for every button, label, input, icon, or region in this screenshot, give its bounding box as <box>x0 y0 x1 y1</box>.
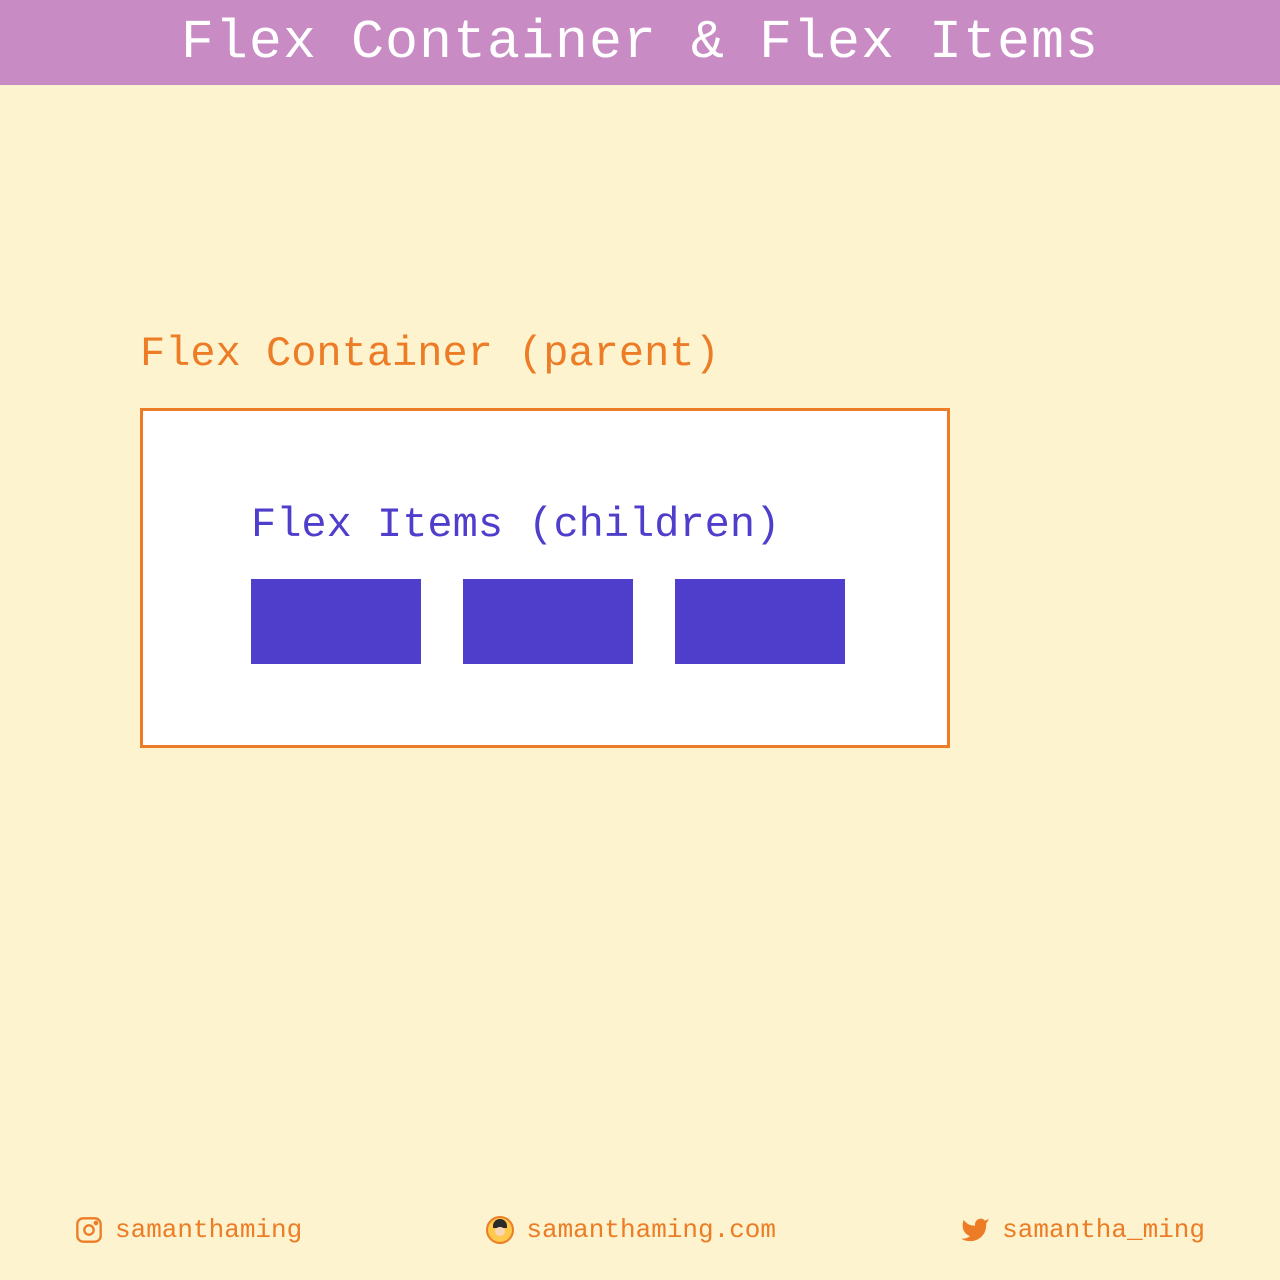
twitter-handle: samantha_ming <box>1002 1215 1205 1245</box>
page-title: Flex Container & Flex Items <box>181 11 1099 74</box>
website-url: samanthaming.com <box>526 1215 776 1245</box>
flex-items-label: Flex Items (children) <box>251 501 947 549</box>
footer: samanthaming samanthaming.com samantha_m… <box>0 1215 1280 1245</box>
header-bar: Flex Container & Flex Items <box>0 0 1280 85</box>
flex-container-box: Flex Items (children) <box>140 408 950 748</box>
avatar-icon <box>486 1216 514 1244</box>
instagram-icon <box>75 1216 103 1244</box>
flex-item <box>463 579 633 664</box>
diagram-content: Flex Container (parent) Flex Items (chil… <box>140 330 950 748</box>
flex-item <box>675 579 845 664</box>
instagram-link[interactable]: samanthaming <box>75 1215 302 1245</box>
flex-items-row <box>251 579 947 664</box>
flex-item <box>251 579 421 664</box>
website-link[interactable]: samanthaming.com <box>486 1215 776 1245</box>
instagram-handle: samanthaming <box>115 1215 302 1245</box>
flex-container-label: Flex Container (parent) <box>140 330 950 378</box>
twitter-icon <box>960 1215 990 1245</box>
twitter-link[interactable]: samantha_ming <box>960 1215 1205 1245</box>
